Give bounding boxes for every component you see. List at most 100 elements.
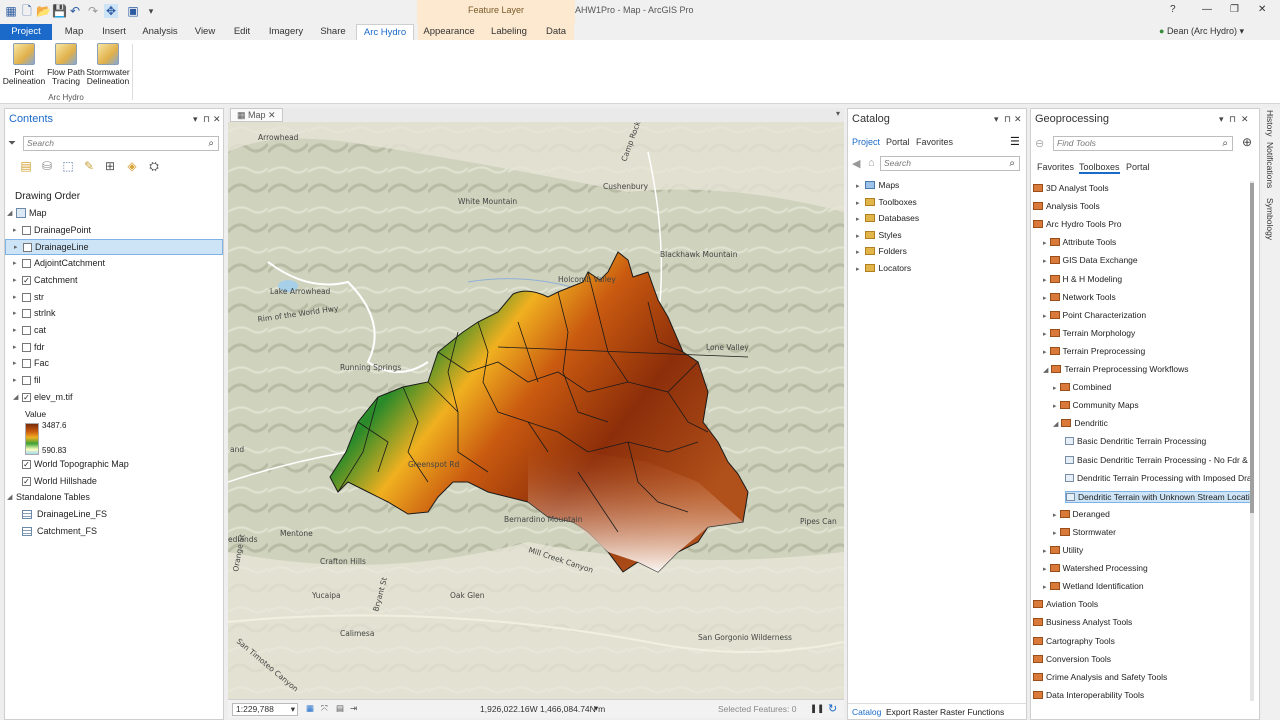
- expand-icon[interactable]: ▸: [1043, 240, 1047, 247]
- snapping-icon[interactable]: ⇥: [350, 703, 357, 714]
- explore-icon[interactable]: ✥: [104, 4, 118, 18]
- catalog-tab-favorites[interactable]: Favorites: [916, 137, 953, 147]
- add-icon[interactable]: ⊕: [1242, 135, 1252, 149]
- layer-row[interactable]: ▸ str: [5, 290, 223, 306]
- layer-row[interactable]: ▸ cat: [5, 323, 223, 339]
- layer-row[interactable]: ▸ fdr: [5, 340, 223, 356]
- hamburger-menu-icon[interactable]: ☰: [1010, 135, 1020, 148]
- catalog-item-locators[interactable]: ▸ Locators: [856, 263, 911, 273]
- user-account[interactable]: ● Dean (Arc Hydro) ▾: [1159, 26, 1244, 37]
- pane-menu-icon[interactable]: ▾: [193, 114, 198, 125]
- minimize-button[interactable]: —: [1202, 4, 1212, 15]
- home-icon[interactable]: ⌂: [868, 157, 875, 169]
- search-icon[interactable]: ⌕: [1222, 137, 1228, 150]
- pane-close-icon[interactable]: ✕: [1241, 114, 1249, 125]
- layer-row[interactable]: ▸ Fac: [5, 356, 223, 372]
- scrollbar-thumb[interactable]: [1250, 183, 1254, 513]
- gp-tool-item[interactable]: Dendritic Terrain Processing with Impose…: [1065, 473, 1253, 483]
- layer-row[interactable]: ◢ ✓ elev_m.tif: [5, 390, 223, 406]
- list-by-perspective-icon[interactable]: ⛭: [147, 159, 161, 173]
- tab-analysis[interactable]: Analysis: [138, 24, 182, 40]
- pane-close-icon[interactable]: ✕: [213, 114, 221, 125]
- collapse-icon[interactable]: ◢: [1053, 421, 1058, 428]
- layer-visibility-checkbox[interactable]: [22, 309, 31, 318]
- help-button[interactable]: ?: [1170, 4, 1176, 15]
- coords-chevron-icon[interactable]: ▾: [594, 703, 598, 714]
- side-tab-notifications[interactable]: Notifications: [1265, 142, 1275, 188]
- list-by-drawing-order-icon[interactable]: ▤: [19, 159, 33, 173]
- gp-tool-item[interactable]: Basic Dendritic Terrain Processing: [1065, 436, 1206, 446]
- expand-icon[interactable]: ▸: [1043, 548, 1047, 555]
- extent-icon[interactable]: ⤧: [321, 703, 328, 714]
- back-icon[interactable]: ◀: [852, 157, 860, 170]
- gp-toolset-item[interactable]: ▸ Watershed Processing: [1043, 563, 1148, 573]
- layer-visibility-checkbox[interactable]: ✓: [22, 393, 31, 402]
- catalog-item-maps[interactable]: ▸ Maps: [856, 180, 899, 190]
- gp-toolset-item[interactable]: ◢ Dendritic: [1053, 418, 1108, 428]
- map-tab-close-icon[interactable]: ✕: [268, 110, 276, 120]
- pin-icon[interactable]: ⊓: [1004, 114, 1011, 125]
- pane-menu-icon[interactable]: ▾: [1219, 114, 1224, 125]
- gp-toolset-item[interactable]: ▸ Terrain Preprocessing: [1043, 346, 1145, 356]
- pane-close-icon[interactable]: ✕: [1014, 114, 1022, 125]
- expand-icon[interactable]: ▸: [1043, 295, 1047, 302]
- toolbar-icon[interactable]: ▣: [126, 4, 140, 18]
- gp-tab-toolboxes[interactable]: Toolboxes: [1079, 162, 1120, 174]
- gp-toolbox-item[interactable]: Aviation Tools: [1033, 599, 1098, 609]
- pin-icon[interactable]: ⊓: [1229, 114, 1236, 125]
- collapse-icon[interactable]: ◢: [7, 206, 12, 221]
- customize-icon[interactable]: ▾: [144, 4, 158, 18]
- map-node[interactable]: ◢ Map: [5, 206, 223, 222]
- layer-visibility-checkbox[interactable]: [22, 359, 31, 368]
- gp-toolbox-item[interactable]: Analysis Tools: [1033, 201, 1100, 211]
- expand-icon[interactable]: ▸: [1043, 566, 1047, 573]
- gp-toolset-item[interactable]: ▸ Network Tools: [1043, 292, 1116, 302]
- catalog-tab-project[interactable]: Project: [852, 137, 880, 147]
- expand-icon[interactable]: ▸: [1053, 403, 1057, 410]
- pane-menu-icon[interactable]: ▾: [994, 114, 999, 125]
- tab-arc-hydro[interactable]: Arc Hydro: [356, 24, 414, 40]
- flow-path-tracing-button[interactable]: Flow Path Tracing: [44, 43, 88, 86]
- gp-toolbox-item[interactable]: Crime Analysis and Safety Tools: [1033, 672, 1167, 682]
- table-view-icon[interactable]: ▤: [336, 703, 344, 714]
- open-icon[interactable]: 📂: [36, 4, 51, 18]
- catalog-item-toolboxes[interactable]: ▸ Toolboxes: [856, 197, 917, 207]
- gp-tab-favorites[interactable]: Favorites: [1037, 162, 1074, 172]
- map-svg[interactable]: Arrowhead White Mountain Cushenbury Blac…: [228, 122, 844, 699]
- gp-toolbox-item[interactable]: Data Interoperability Tools: [1033, 690, 1144, 700]
- gp-toolset-item[interactable]: ▸ Point Characterization: [1043, 310, 1146, 320]
- close-button[interactable]: ✕: [1258, 4, 1266, 15]
- layer-row[interactable]: ▸ DrainagePoint: [5, 223, 223, 239]
- list-by-snapping-icon[interactable]: ⊞: [103, 159, 117, 173]
- gp-toolbox-item[interactable]: Business Analyst Tools: [1033, 617, 1132, 627]
- gp-toolset-item[interactable]: ▸ Utility: [1043, 545, 1083, 555]
- table-row[interactable]: Catchment_FS: [5, 524, 223, 540]
- gp-toolset-item[interactable]: ▸ Wetland Identification: [1043, 581, 1144, 591]
- layer-visibility-checkbox[interactable]: [22, 259, 31, 268]
- layer-visibility-checkbox[interactable]: ✓: [22, 477, 31, 486]
- new-icon[interactable]: 🗋: [20, 4, 34, 18]
- catalog-search-input[interactable]: Search ⌕: [880, 156, 1020, 171]
- side-tab-history[interactable]: History: [1265, 110, 1275, 136]
- gp-toolset-item[interactable]: ▸ H & H Modeling: [1043, 274, 1122, 284]
- tab-imagery[interactable]: Imagery: [264, 24, 308, 40]
- gp-toolbox-item[interactable]: Conversion Tools: [1033, 654, 1111, 664]
- gp-toolbox-item[interactable]: Cartography Tools: [1033, 636, 1115, 646]
- find-tools-input[interactable]: Find Tools ⌕: [1053, 136, 1233, 151]
- search-icon[interactable]: ⌕: [208, 137, 214, 150]
- layer-row[interactable]: ▸ strlnk: [5, 306, 223, 322]
- layer-row-selected[interactable]: ▸ DrainageLine: [5, 239, 223, 255]
- tab-insert[interactable]: Insert: [96, 24, 132, 40]
- pin-icon[interactable]: ⊓: [203, 114, 210, 125]
- refresh-button[interactable]: ↻: [828, 702, 837, 715]
- expand-icon[interactable]: ▸: [1043, 277, 1047, 284]
- gp-toolset-item[interactable]: ▸ Terrain Morphology: [1043, 328, 1135, 338]
- app-logo-icon[interactable]: ▦: [4, 4, 18, 18]
- restore-button[interactable]: ❐: [1230, 4, 1239, 15]
- basemap-row[interactable]: ✓ World Hillshade: [5, 474, 223, 490]
- gp-toolset-item[interactable]: ▸ Deranged: [1053, 509, 1110, 519]
- undo-icon[interactable]: ↶: [68, 4, 82, 18]
- gp-tab-portal[interactable]: Portal: [1126, 162, 1150, 172]
- search-icon[interactable]: ⌕: [1009, 157, 1015, 170]
- gp-toolset-item[interactable]: ▸ Combined: [1053, 382, 1111, 392]
